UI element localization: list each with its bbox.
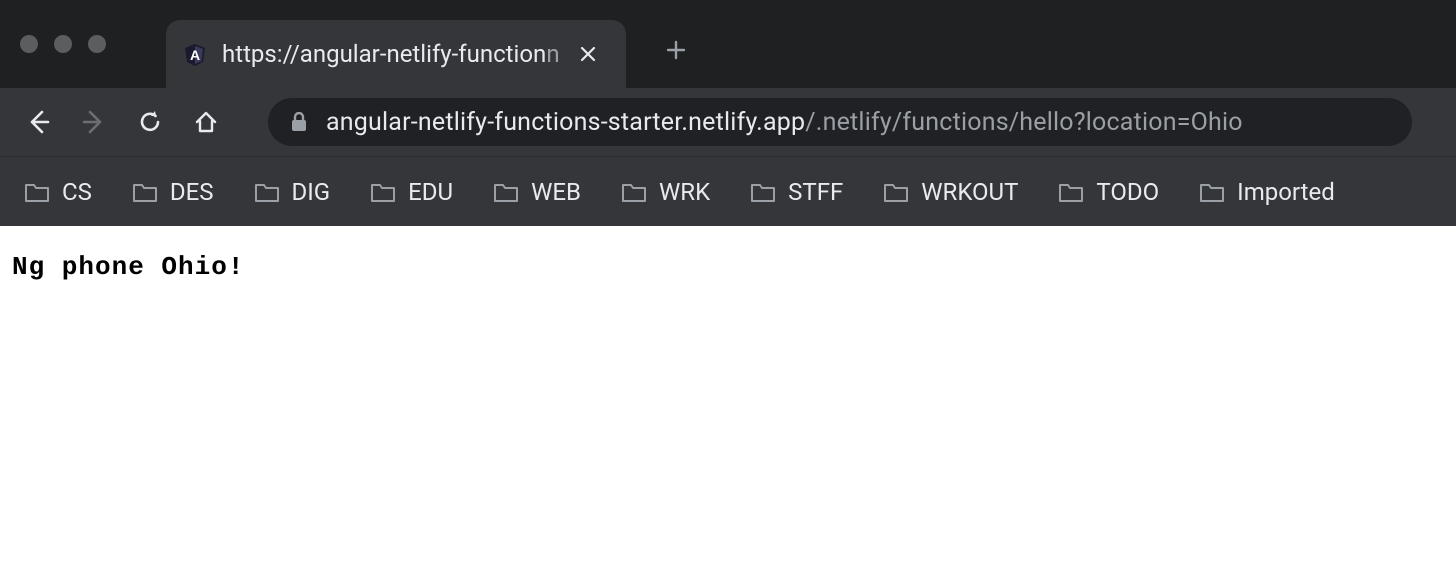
url-path: /.netlify/functions/hello?location=Ohio [805,108,1242,137]
window-minimize-dot[interactable] [54,35,72,53]
bookmark-label: EDU [408,178,453,206]
folder-icon [254,181,280,203]
tab-title: https://angular-netlify-functionn [222,40,562,68]
window-controls [12,35,118,53]
browser-chrome: A https://angular-netlify-functionn [0,0,1456,226]
bookmark-folder[interactable]: TODO [1048,172,1169,212]
tab-strip: A https://angular-netlify-functionn [0,0,1456,88]
bookmark-folder[interactable]: CS [14,172,102,212]
bookmark-label: DIG [292,178,331,206]
bookmark-label: CS [62,178,92,206]
folder-icon [493,181,519,203]
folder-icon [132,181,158,203]
window-close-dot[interactable] [20,35,38,53]
angular-favicon-icon: A [182,41,208,67]
bookmark-folder[interactable]: EDU [360,172,463,212]
url-host: angular-netlify-functions-starter.netlif… [326,108,805,137]
folder-icon [883,181,909,203]
folder-icon [621,181,647,203]
bookmark-folder[interactable]: Imported [1189,172,1345,212]
bookmark-folder[interactable]: DIG [244,172,341,212]
back-button[interactable] [16,100,60,144]
folder-icon [1199,181,1225,203]
bookmarks-bar: CS DES DIG EDU WEB WRK STFF WRKOUT [0,156,1456,226]
toolbar: angular-netlify-functions-starter.netlif… [0,88,1456,156]
home-button[interactable] [184,100,228,144]
forward-button[interactable] [72,100,116,144]
bookmark-label: DES [170,178,214,206]
new-tab-button[interactable] [656,30,696,70]
window-maximize-dot[interactable] [88,35,106,53]
browser-tab[interactable]: A https://angular-netlify-functionn [166,20,626,88]
folder-icon [370,181,396,203]
folder-icon [24,181,50,203]
address-bar[interactable]: angular-netlify-functions-starter.netlif… [268,98,1412,146]
bookmark-label: WRKOUT [921,178,1018,206]
bookmark-label: WEB [531,178,581,206]
close-tab-icon[interactable] [576,42,600,66]
bookmark-label: TODO [1096,178,1159,206]
folder-icon [1058,181,1084,203]
bookmark-folder[interactable]: WRKOUT [873,172,1028,212]
folder-icon [750,181,776,203]
bookmark-folder[interactable]: WRK [611,172,720,212]
response-text: Ng phone Ohio! [12,252,244,282]
svg-text:A: A [190,47,200,63]
bookmark-folder[interactable]: DES [122,172,224,212]
bookmark-folder[interactable]: WEB [483,172,591,212]
url-text: angular-netlify-functions-starter.netlif… [326,108,1243,137]
bookmark-label: STFF [788,178,843,206]
bookmark-folder[interactable]: STFF [740,172,853,212]
bookmark-label: WRK [659,178,710,206]
reload-button[interactable] [128,100,172,144]
page-body: Ng phone Ohio! [0,226,1456,308]
bookmark-label: Imported [1237,178,1335,206]
lock-icon [290,112,308,132]
